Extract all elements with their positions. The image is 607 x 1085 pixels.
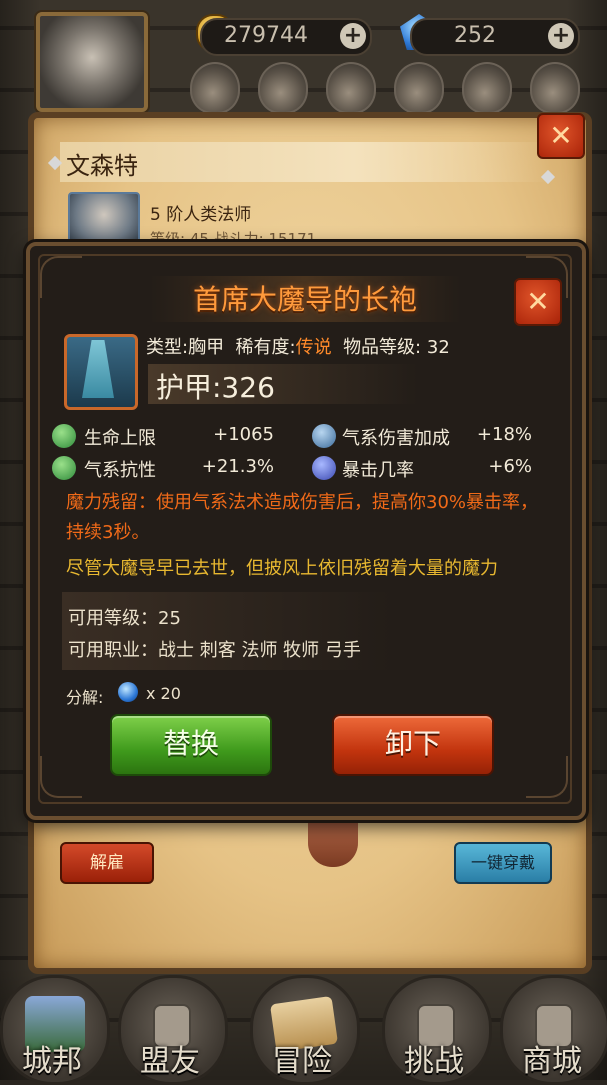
gold-amount: 279744 [224, 23, 308, 48]
nav-label-shop: 商城 [522, 1044, 582, 1079]
crit-chance-stat-icon [312, 456, 336, 480]
close-hero-panel-button[interactable]: ✕ [537, 113, 585, 159]
player-avatar[interactable] [36, 12, 148, 112]
salvage-count: x 20 [146, 684, 181, 703]
flavor-text: 尽管大魔导早已去世，但披风上依旧残留着大量的魔力 [66, 558, 498, 579]
stat-value: +1065 [213, 424, 274, 445]
gem-icon [118, 682, 138, 702]
air-resist-stat-icon [52, 456, 76, 480]
salvage-label: 分解: [66, 688, 104, 707]
add-gold-button[interactable]: + [340, 23, 366, 49]
item-meta: 类型:胸甲 稀有度:传说 物品等级: 32 [146, 333, 450, 359]
nav-label-allies: 盟友 [140, 1044, 200, 1079]
stat-name: 暴击几率 [342, 460, 414, 481]
hero-avatar [68, 192, 140, 248]
potion-scroll-icon[interactable] [258, 62, 308, 114]
rarity-label: 稀有度: [235, 337, 296, 358]
replace-button[interactable]: 替换 [110, 714, 272, 776]
potion-stone-icon[interactable] [394, 62, 444, 114]
air-damage-stat-icon [312, 424, 336, 448]
required-level: 可用等级：25 [68, 608, 181, 629]
item-title: 首席大魔导的长袍 [192, 283, 417, 316]
nav-label-adventure: 冒险 [272, 1044, 332, 1079]
corner-ornament [526, 756, 568, 798]
corner-ornament [40, 756, 82, 798]
potion-red-icon[interactable] [190, 62, 240, 114]
rarity-value: 传说 [295, 337, 332, 358]
special-effect-text: 魔力残留：使用气系法术造成伤害后，提高你30%暴击率，持续3秒。 [66, 492, 539, 543]
corner-ornament [40, 256, 82, 298]
add-gems-button[interactable]: + [548, 23, 574, 49]
gem-amount: 252 [454, 23, 496, 48]
equipment-stand [308, 815, 358, 867]
stat-value: +18% [476, 424, 532, 445]
equip-all-button[interactable]: 一键穿戴 [454, 842, 552, 884]
health-stat-icon [52, 424, 76, 448]
nav-label-city: 城邦 [22, 1044, 82, 1079]
hero-name: 文森特 [66, 152, 138, 180]
armor-value: 护甲:326 [156, 371, 275, 404]
required-classes: 可用职业：战士 刺客 法师 牧师 弓手 [68, 640, 361, 661]
stat-value: +21.3% [201, 456, 274, 477]
potion-dark-icon[interactable] [462, 62, 512, 114]
type-label: 类型: [146, 337, 189, 358]
unequip-button[interactable]: 卸下 [332, 714, 494, 776]
stat-name: 生命上限 [84, 428, 156, 449]
type-value: 胸甲 [188, 337, 225, 358]
close-popup-button[interactable]: ✕ [514, 278, 562, 326]
stat-name: 气系抗性 [84, 460, 156, 481]
gold-counter: 279744 + [200, 18, 372, 56]
hero-class: 5 阶人类法师 [150, 205, 252, 225]
potion-bone-icon[interactable] [530, 62, 580, 114]
item-level-value: 32 [426, 337, 450, 358]
item-level-label: 物品等级: [343, 337, 422, 358]
stat-name: 气系伤害加成 [342, 428, 450, 449]
gem-counter: 252 + [410, 18, 580, 56]
potion-herb-icon[interactable] [326, 62, 376, 114]
stat-value: +6% [488, 456, 532, 477]
nav-label-challenge: 挑战 [404, 1044, 464, 1079]
dismiss-hero-button[interactable]: 解雇 [60, 842, 154, 884]
